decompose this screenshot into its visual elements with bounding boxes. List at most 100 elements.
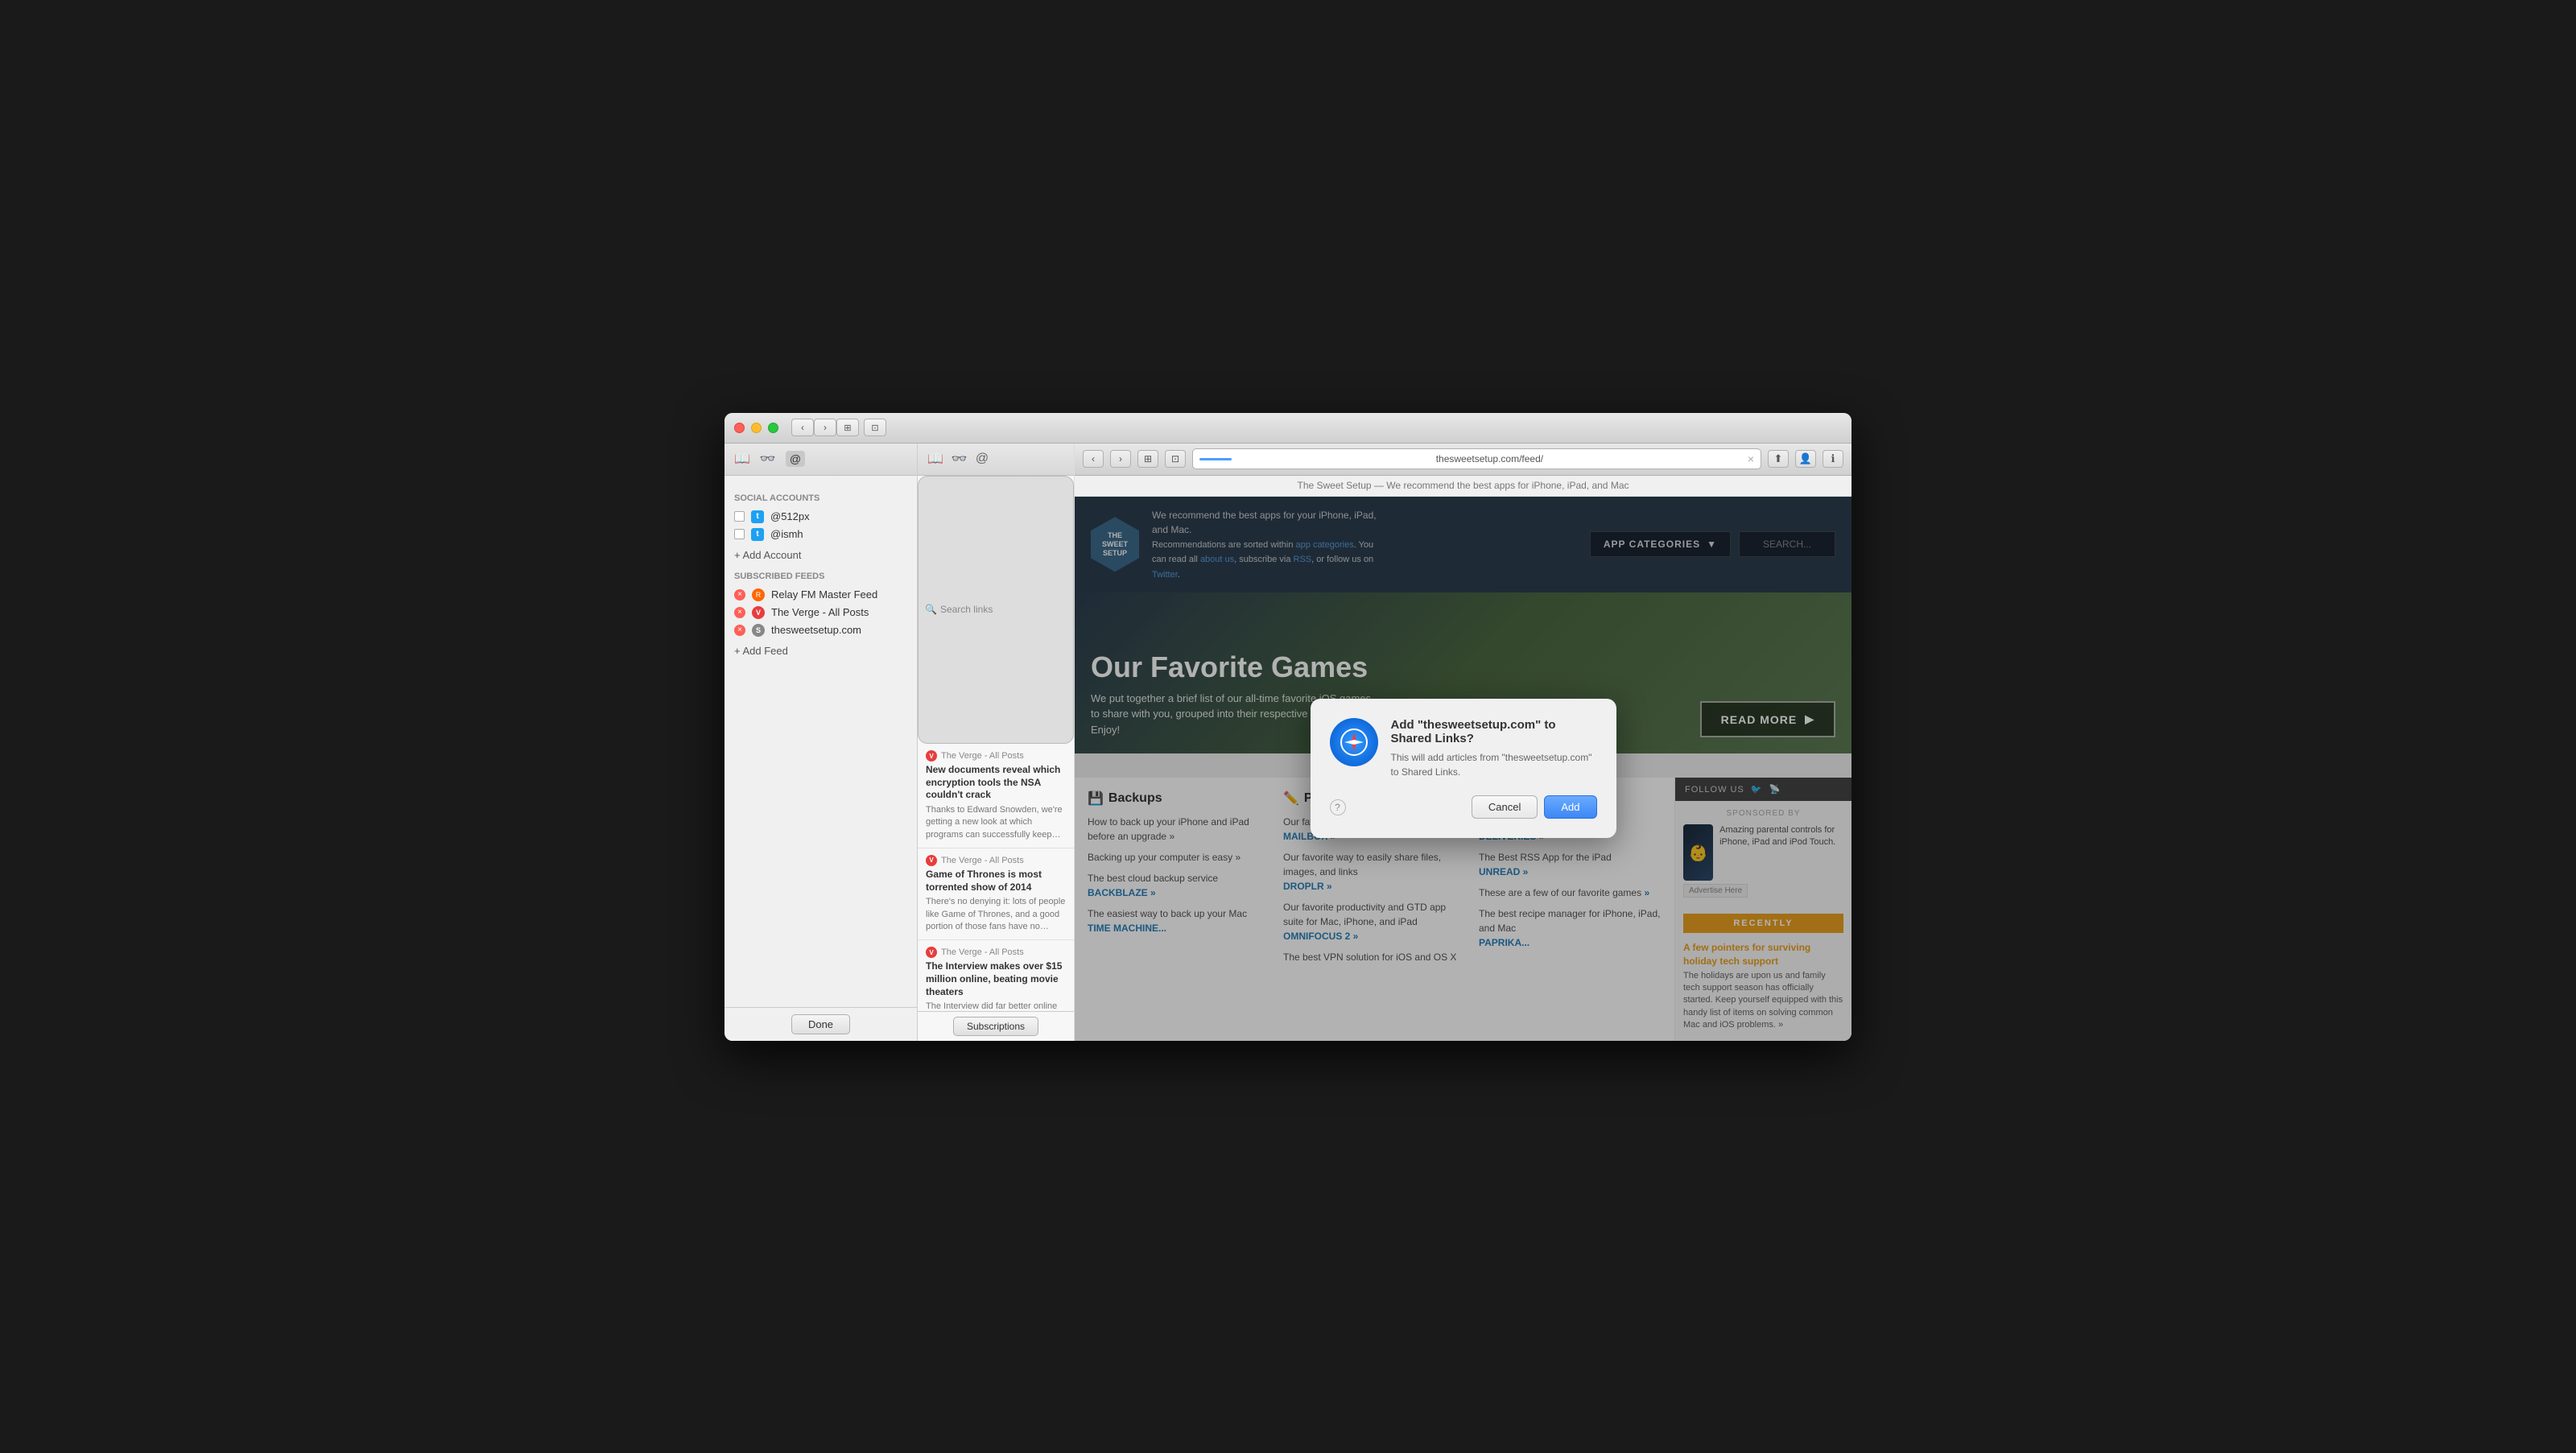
- dialog-footer: ? Cancel Add: [1330, 795, 1597, 819]
- cancel-button[interactable]: Cancel: [1472, 795, 1538, 819]
- address-bar[interactable]: thesweetsetup.com/feed/ ×: [1192, 448, 1761, 469]
- back-button[interactable]: ‹: [791, 419, 814, 436]
- forward-button[interactable]: ›: [814, 419, 836, 436]
- left-panel-content: Social Accounts t @512px t @ismh + Add A…: [724, 476, 917, 1007]
- traffic-lights: [734, 423, 778, 433]
- browser-forward-button[interactable]: ›: [1110, 450, 1131, 468]
- browser-sidebar-button[interactable]: ⊞: [1137, 450, 1158, 468]
- article-source-name-2: The Verge - All Posts: [941, 947, 1024, 957]
- left-panel-footer: Done: [724, 1007, 917, 1041]
- right-panel: ‹ › ⊞ ⊡ thesweetsetup.com/feed/ × ⬆ 👤 ℹ …: [1075, 444, 1852, 1041]
- article-source-0: V The Verge - All Posts: [926, 750, 1066, 762]
- address-bar-close-button[interactable]: ×: [1748, 452, 1754, 465]
- help-button[interactable]: ?: [1330, 799, 1346, 815]
- add-feed-button[interactable]: + Add Feed: [734, 642, 907, 659]
- articles-list: V The Verge - All Posts New documents re…: [918, 744, 1074, 1011]
- middle-bookmarks-icon[interactable]: 📖: [927, 451, 943, 467]
- feed-sweetsetup: × S thesweetsetup.com: [734, 621, 907, 639]
- article-source-name-0: The Verge - All Posts: [941, 751, 1024, 761]
- article-title-1: Game of Thrones is most torrented show o…: [926, 869, 1066, 894]
- account-checkbox-512px[interactable]: [734, 511, 745, 522]
- subscriptions-button[interactable]: Subscriptions: [953, 1017, 1038, 1036]
- dialog-desc: This will add articles from "thesweetset…: [1391, 750, 1597, 779]
- article-item-2[interactable]: V The Verge - All Posts The Interview ma…: [918, 940, 1074, 1010]
- article-source-name-1: The Verge - All Posts: [941, 856, 1024, 865]
- bookmarks-icon[interactable]: 📖: [734, 451, 750, 467]
- subscribed-feeds-label: Subscribed Feeds: [734, 572, 907, 581]
- close-button[interactable]: [734, 423, 745, 433]
- info-button[interactable]: ℹ: [1823, 450, 1843, 468]
- add-feed-label: + Add Feed: [734, 645, 788, 657]
- progress-bar: [1199, 458, 1232, 460]
- search-box[interactable]: 🔍 Search links: [918, 476, 1074, 745]
- left-panel: 📖 👓 @ Social Accounts t @512px t @ismh +…: [724, 444, 918, 1041]
- browser-back-button[interactable]: ‹: [1083, 450, 1104, 468]
- article-preview-0: Thanks to Edward Snowden, we're getting …: [926, 804, 1066, 841]
- twitter-icon-512px: t: [751, 510, 764, 523]
- verge-icon: V: [752, 606, 765, 619]
- dialog-overlay: Add "thesweetsetup.com" to Shared Links?…: [1075, 497, 1852, 1041]
- dialog-box: Add "thesweetsetup.com" to Shared Links?…: [1311, 699, 1616, 838]
- browser-chrome: 📖 👓 @ Social Accounts t @512px t @ismh +…: [724, 444, 1852, 1041]
- feed-name-verge: The Verge - All Posts: [771, 606, 869, 618]
- mac-window: ‹ › ⊞ ⊡ 📖 👓 @ Social Accounts t @512px: [724, 413, 1852, 1041]
- left-panel-toolbar: 📖 👓 @: [724, 444, 917, 476]
- account-handle-ismh: @ismh: [770, 528, 803, 540]
- airdrop-button[interactable]: 👤: [1795, 450, 1816, 468]
- twitter-icon-ismh: t: [751, 528, 764, 541]
- verge-source-icon-1: V: [926, 855, 937, 866]
- remove-feed-relay-button[interactable]: ×: [734, 589, 745, 601]
- search-icon: 🔍: [925, 604, 937, 615]
- article-preview-1: There's no denying it: lots of people li…: [926, 896, 1066, 933]
- browser-info-text: The Sweet Setup — We recommend the best …: [1297, 480, 1629, 491]
- article-title-0: New documents reveal which encryption to…: [926, 764, 1066, 802]
- remove-feed-verge-button[interactable]: ×: [734, 607, 745, 618]
- done-button[interactable]: Done: [791, 1014, 850, 1034]
- middle-footer: Subscriptions: [918, 1011, 1074, 1041]
- social-accounts-label: Social Accounts: [734, 493, 907, 503]
- feed-verge: × V The Verge - All Posts: [734, 604, 907, 621]
- sweet-icon: S: [752, 624, 765, 637]
- search-placeholder: Search links: [940, 604, 993, 615]
- article-item-1[interactable]: V The Verge - All Posts Game of Thrones …: [918, 848, 1074, 940]
- article-item-0[interactable]: V The Verge - All Posts New documents re…: [918, 744, 1074, 848]
- remove-feed-sweet-button[interactable]: ×: [734, 625, 745, 636]
- middle-reading-icon[interactable]: 👓: [952, 451, 968, 467]
- middle-shared-icon[interactable]: @: [976, 452, 989, 466]
- feed-name-relay: Relay FM Master Feed: [771, 588, 877, 601]
- add-account-label: + Add Account: [734, 549, 801, 561]
- dialog-title: Add "thesweetsetup.com" to Shared Links?: [1391, 718, 1597, 745]
- maximize-button[interactable]: [768, 423, 778, 433]
- safari-compass-svg: [1340, 728, 1368, 757]
- feed-name-sweet: thesweetsetup.com: [771, 624, 861, 636]
- account-handle-512px: @512px: [770, 510, 810, 522]
- verge-source-icon-0: V: [926, 750, 937, 762]
- browser-toolbar: ‹ › ⊞ ⊡ thesweetsetup.com/feed/ × ⬆ 👤 ℹ: [1075, 444, 1852, 476]
- add-button[interactable]: Add: [1544, 795, 1596, 819]
- dialog-text-area: Add "thesweetsetup.com" to Shared Links?…: [1391, 718, 1597, 779]
- article-source-1: V The Verge - All Posts: [926, 855, 1066, 866]
- article-title-2: The Interview makes over $15 million onl…: [926, 960, 1066, 998]
- middle-toolbar: 📖 👓 @: [918, 444, 1074, 476]
- address-text: thesweetsetup.com/feed/: [1236, 453, 1743, 464]
- dialog-content: Add "thesweetsetup.com" to Shared Links?…: [1330, 718, 1597, 779]
- browser-info-bar: The Sweet Setup — We recommend the best …: [1075, 476, 1852, 497]
- shared-links-icon[interactable]: @: [786, 451, 805, 467]
- relay-icon: R: [752, 588, 765, 601]
- sidebar-toggle-button[interactable]: ⊞: [836, 419, 859, 436]
- account-checkbox-ismh[interactable]: [734, 529, 745, 539]
- minimize-button[interactable]: [751, 423, 762, 433]
- title-bar: ‹ › ⊞ ⊡: [724, 413, 1852, 444]
- tab-button[interactable]: ⊡: [864, 419, 886, 436]
- add-account-button[interactable]: + Add Account: [734, 547, 907, 563]
- share-button[interactable]: ⬆: [1768, 450, 1789, 468]
- reading-list-icon[interactable]: 👓: [760, 451, 776, 467]
- browser-content: THESWEETSETUP We recommend the best apps…: [1075, 497, 1852, 1041]
- safari-icon: [1330, 718, 1378, 766]
- feed-relay: × R Relay FM Master Feed: [734, 586, 907, 604]
- verge-source-icon-2: V: [926, 947, 937, 958]
- article-source-2: V The Verge - All Posts: [926, 947, 1066, 958]
- account-512px: t @512px: [734, 508, 907, 526]
- account-ismh: t @ismh: [734, 526, 907, 543]
- browser-tab-button[interactable]: ⊡: [1165, 450, 1186, 468]
